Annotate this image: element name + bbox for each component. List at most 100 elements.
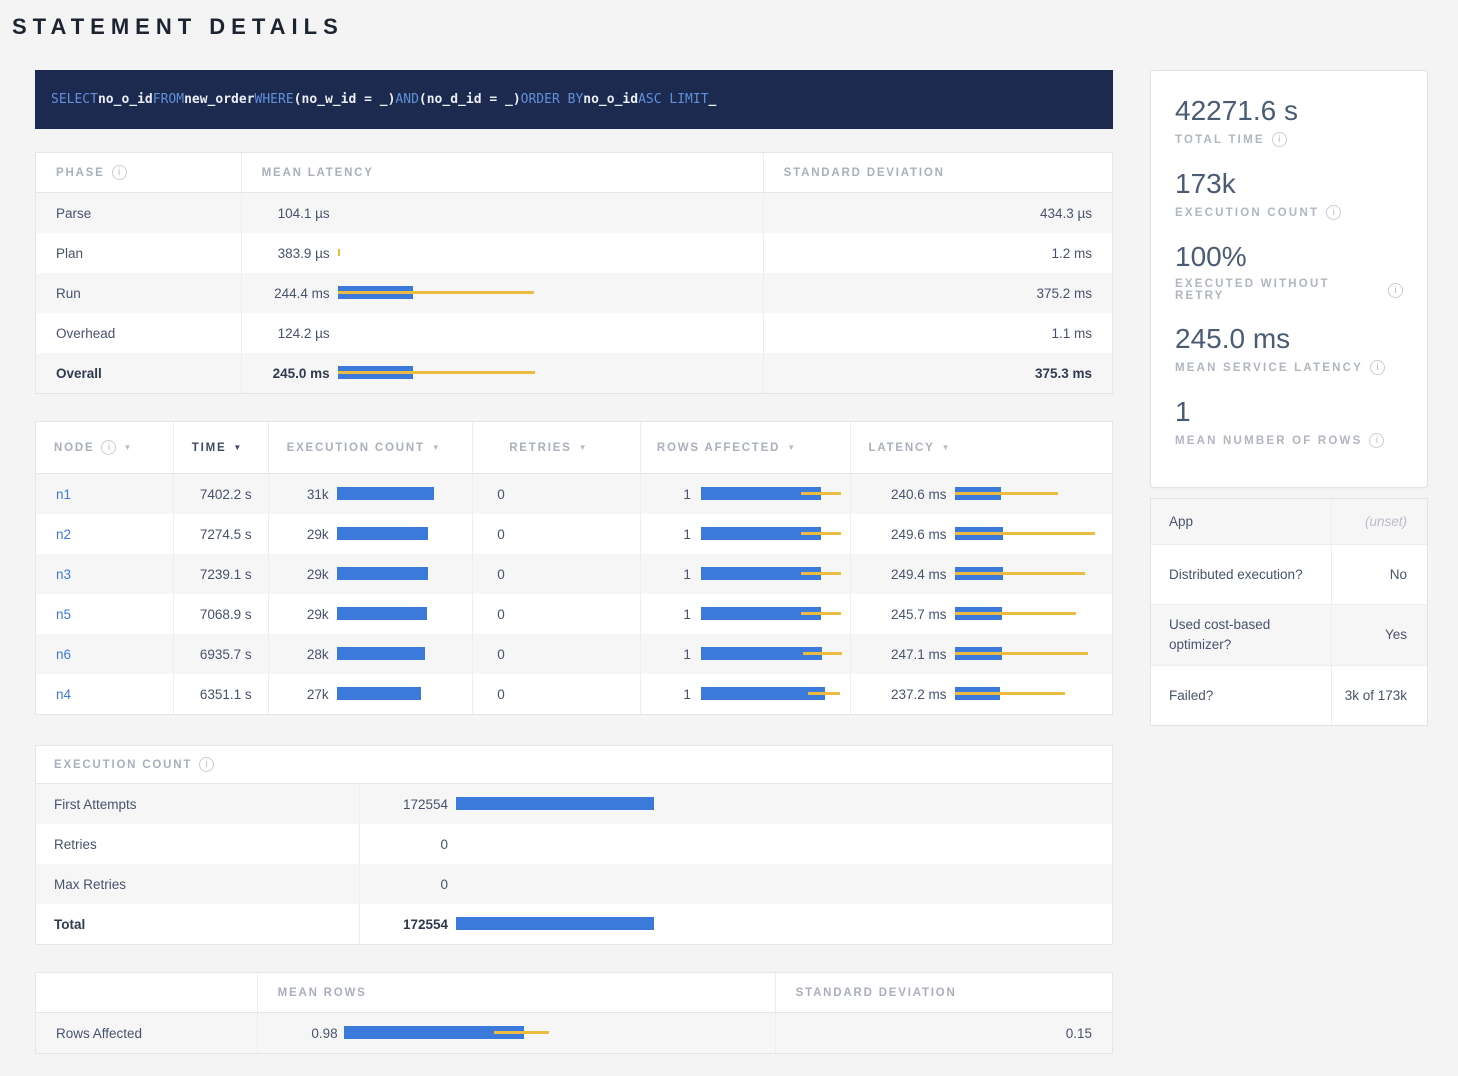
execution-count-value: 29k bbox=[277, 527, 329, 542]
sort-caret-icon[interactable]: ▼ bbox=[123, 443, 133, 452]
table-row: First Attempts172554 bbox=[36, 784, 1112, 824]
node-link[interactable]: n6 bbox=[56, 647, 71, 662]
execution-count-title-cell: EXECUTION COUNT i bbox=[36, 746, 214, 783]
mean-rows-bar bbox=[344, 1026, 775, 1040]
execution-count-cell: 31k bbox=[268, 474, 473, 514]
column-label: ROWS AFFECTED bbox=[657, 442, 780, 454]
column-header-standard-deviation: STANDARD DEVIATION bbox=[763, 153, 1112, 192]
column-label: RETRIES bbox=[509, 442, 571, 454]
phase-name-cell: Overall bbox=[36, 353, 241, 393]
rows-affected-bar bbox=[701, 567, 850, 581]
mean-bar bbox=[337, 487, 434, 500]
column-header-retries[interactable]: RETRIES ▼ bbox=[472, 422, 640, 473]
sql-keyword: SELECT bbox=[51, 92, 98, 107]
main-content: SELECT no_o_id FROM new_order WHERE (no_… bbox=[35, 70, 1113, 1054]
info-icon[interactable]: i bbox=[1369, 433, 1384, 448]
mean-bar bbox=[337, 527, 428, 540]
rows-affected-value: 1 bbox=[649, 567, 691, 582]
execution-bar bbox=[456, 797, 1112, 811]
phase-name-cell: Parse bbox=[36, 193, 241, 233]
sort-caret-icon[interactable]: ▼ bbox=[233, 443, 243, 452]
sort-caret-icon[interactable]: ▼ bbox=[787, 443, 797, 452]
summary-stat: 100% EXECUTED WITHOUT RETRY i bbox=[1175, 241, 1403, 302]
stdev-line bbox=[955, 652, 1088, 655]
latency-bar bbox=[338, 326, 763, 340]
column-header-node[interactable]: NODE i ▼ bbox=[36, 422, 173, 473]
latency-bar bbox=[338, 246, 763, 260]
node-link[interactable]: n4 bbox=[56, 687, 71, 702]
column-header-execution-count[interactable]: EXECUTION COUNT▼ bbox=[268, 422, 473, 473]
stdev-line bbox=[808, 692, 840, 695]
rows-affected-value: 1 bbox=[649, 607, 691, 622]
info-icon[interactable]: i bbox=[1370, 360, 1385, 375]
sort-caret-icon[interactable]: ▼ bbox=[432, 443, 442, 452]
node-link[interactable]: n1 bbox=[56, 487, 71, 502]
column-label: NODE bbox=[54, 442, 94, 454]
info-icon[interactable]: i bbox=[112, 165, 127, 180]
summary-stat: 245.0 msMEAN SERVICE LATENCYi bbox=[1175, 323, 1403, 375]
execution-count-header: EXECUTION COUNT i bbox=[36, 746, 1112, 784]
mean-latency-value: 383.9 µs bbox=[250, 246, 330, 261]
sort-caret-icon[interactable]: ▼ bbox=[942, 443, 952, 452]
mean-latency-value: 245.0 ms bbox=[250, 366, 330, 381]
column-header-rows-affected[interactable]: ROWS AFFECTED ▼ bbox=[640, 422, 850, 473]
mean-bar bbox=[337, 607, 427, 620]
execution-count-cell: 29k bbox=[268, 554, 473, 594]
info-icon[interactable]: i bbox=[1326, 205, 1341, 220]
execution-value-cell: 0 bbox=[359, 824, 1112, 864]
table-row: Parse104.1 µs434.3 µs bbox=[36, 193, 1112, 233]
latency-bar bbox=[955, 527, 1112, 541]
table-row: Rows Affected0.980.15 bbox=[36, 1013, 1112, 1053]
latency-cell: 245.7 ms bbox=[850, 594, 1112, 634]
summary-stat: 1MEAN NUMBER OF ROWSi bbox=[1175, 396, 1403, 448]
attribute-label: Distributed execution? bbox=[1151, 545, 1331, 604]
retries-cell: 0 bbox=[472, 514, 640, 554]
execution-label-cell: First Attempts bbox=[36, 784, 359, 824]
execution-label-cell: Retries bbox=[36, 824, 359, 864]
execution-count-bar bbox=[337, 567, 473, 581]
sql-identifier: no_o_id bbox=[98, 92, 153, 107]
execution-count-value: 29k bbox=[277, 567, 329, 582]
attribute-label: App bbox=[1151, 499, 1331, 544]
table-row: n37239.1 s29k01249.4 ms bbox=[36, 554, 1112, 594]
sort-caret-icon[interactable]: ▼ bbox=[579, 443, 589, 452]
execution-count-bar bbox=[337, 687, 473, 701]
stat-label-text: EXECUTED WITHOUT RETRY bbox=[1175, 278, 1381, 302]
latency-value: 245.7 ms bbox=[859, 607, 947, 622]
execution-count-cell: 29k bbox=[268, 594, 473, 634]
execution-label-cell: Max Retries bbox=[36, 864, 359, 904]
summary-stat: 42271.6 sTOTAL TIMEi bbox=[1175, 95, 1403, 147]
info-icon[interactable]: i bbox=[1272, 132, 1287, 147]
stat-value: 245.0 ms bbox=[1175, 323, 1403, 355]
execution-count-title: EXECUTION COUNT bbox=[54, 759, 192, 771]
attribute-row: Failed?3k of 173k bbox=[1151, 665, 1427, 725]
column-header-latency[interactable]: LATENCY▼ bbox=[850, 422, 1112, 473]
stat-value: 100% bbox=[1175, 241, 1403, 273]
table-row: Max Retries 0 bbox=[36, 864, 1112, 904]
latency-bar bbox=[338, 286, 763, 300]
info-icon[interactable]: i bbox=[1388, 283, 1403, 298]
attribute-value: (unset) bbox=[1331, 499, 1427, 544]
node-link[interactable]: n5 bbox=[56, 607, 71, 622]
node-link[interactable]: n2 bbox=[56, 527, 71, 542]
stat-value: 173k bbox=[1175, 168, 1403, 200]
latency-bar bbox=[955, 687, 1112, 701]
execution-value: 0 bbox=[368, 877, 448, 892]
info-icon[interactable]: i bbox=[101, 440, 116, 455]
stdev-line bbox=[494, 1031, 549, 1034]
info-icon[interactable]: i bbox=[199, 757, 214, 772]
time-cell: 7402.2 s bbox=[173, 474, 268, 514]
mean-bar bbox=[701, 687, 825, 700]
page-title: STATEMENT DETAILS bbox=[12, 14, 1458, 40]
stat-label-text: TOTAL TIME bbox=[1175, 134, 1265, 146]
node-cell: n3 bbox=[36, 554, 173, 594]
rows-affected-cell: 1 bbox=[640, 594, 850, 634]
mean-bar bbox=[337, 687, 421, 700]
latency-cell: 249.6 ms bbox=[850, 514, 1112, 554]
column-header-time[interactable]: TIME▼ bbox=[173, 422, 268, 473]
sql-keyword: AND bbox=[395, 92, 418, 107]
standard-deviation-cell: 375.2 ms bbox=[763, 273, 1112, 313]
node-cell: n6 bbox=[36, 634, 173, 674]
sql-statement: SELECT no_o_id FROM new_order WHERE (no_… bbox=[35, 70, 1113, 129]
node-link[interactable]: n3 bbox=[56, 567, 71, 582]
